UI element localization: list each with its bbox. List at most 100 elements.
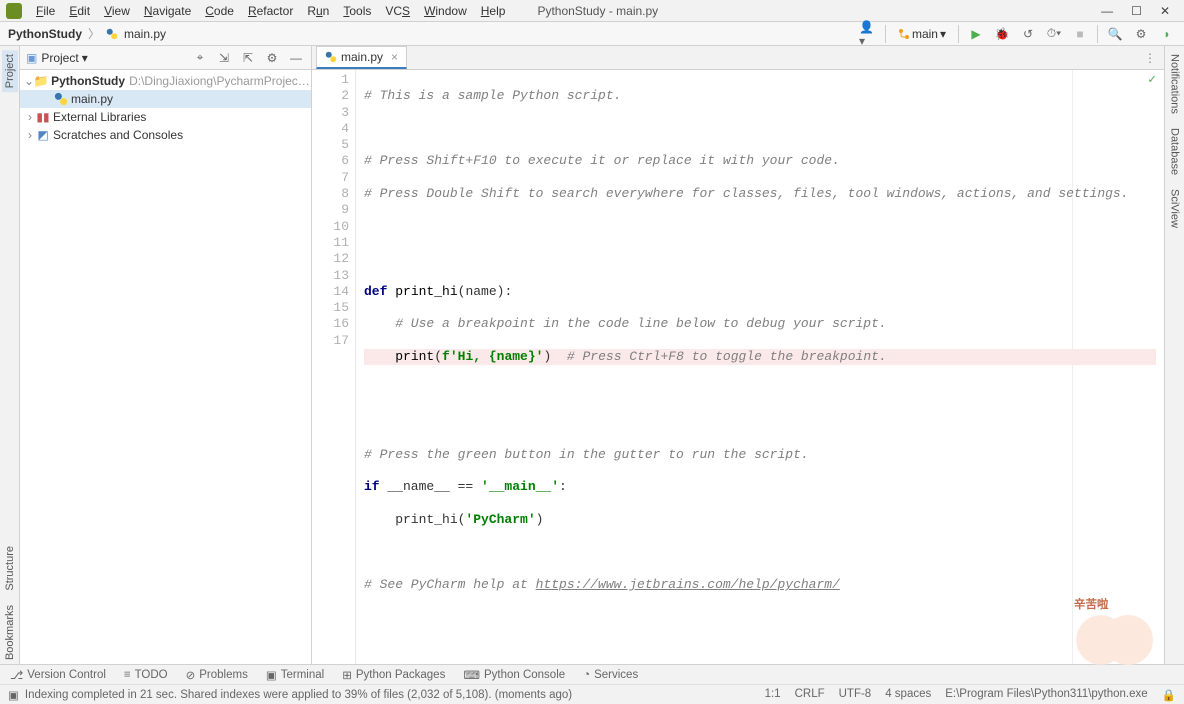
- breadcrumb-sep-icon: 〉: [88, 25, 100, 42]
- bottom-services[interactable]: ◔Services: [583, 669, 638, 681]
- bottom-todo[interactable]: ≡TODO: [124, 669, 168, 681]
- code-text: ): [536, 512, 544, 527]
- status-caret-pos[interactable]: 1:1: [765, 688, 781, 702]
- bottom-python-packages[interactable]: ⊞Python Packages: [342, 668, 445, 682]
- line-number: 6: [318, 153, 349, 169]
- code-text: # This is a sample Python script.: [364, 88, 621, 103]
- expand-all-icon[interactable]: ⇲: [215, 49, 233, 67]
- bottom-problems[interactable]: ⊘Problems: [186, 668, 248, 682]
- rail-sciview-tab[interactable]: SciView: [1167, 185, 1183, 232]
- code-text: '__main__': [481, 479, 559, 494]
- chevron-down-icon: ▾: [82, 51, 88, 65]
- gear-icon[interactable]: ⚙: [263, 49, 281, 67]
- line-number: 17: [318, 333, 349, 349]
- line-number: 14: [318, 284, 349, 300]
- right-tool-rail: Notifications Database SciView: [1164, 46, 1184, 664]
- menu-navigate[interactable]: Navigate: [138, 2, 197, 20]
- menu-refactor[interactable]: Refactor: [242, 2, 299, 20]
- editor-more-icon[interactable]: ⋮: [1136, 47, 1164, 69]
- git-branch-selector[interactable]: main ▾: [894, 25, 950, 43]
- python-file-icon: [54, 92, 68, 106]
- bottom-label: TODO: [135, 669, 168, 681]
- menu-run[interactable]: Run: [301, 2, 335, 20]
- python-file-icon: [325, 51, 337, 63]
- rail-notifications-tab[interactable]: Notifications: [1167, 50, 1183, 118]
- status-message: Indexing completed in 21 sec. Shared ind…: [25, 689, 572, 701]
- rail-bookmarks-tab[interactable]: Bookmarks: [2, 601, 18, 664]
- code-text: if: [364, 479, 387, 494]
- line-number: 1: [318, 72, 349, 88]
- chevron-right-icon[interactable]: ›: [24, 110, 36, 124]
- profile-button[interactable]: ⏱▾: [1045, 25, 1063, 43]
- rail-structure-tab[interactable]: Structure: [2, 542, 18, 595]
- line-number: 4: [318, 121, 349, 137]
- search-icon[interactable]: 🔍: [1106, 25, 1124, 43]
- rail-project-tab[interactable]: Project: [2, 50, 18, 92]
- tree-scratches[interactable]: › ◩ Scratches and Consoles: [20, 126, 311, 144]
- bottom-python-console[interactable]: ⌨Python Console: [463, 668, 565, 682]
- bottom-label: Terminal: [281, 669, 324, 681]
- code-text: print: [395, 349, 434, 364]
- code-text: # Use a breakpoint in the code line belo…: [364, 316, 887, 331]
- separator-icon: [885, 25, 886, 43]
- menu-help[interactable]: Help: [475, 2, 512, 20]
- collapse-all-icon[interactable]: ⇱: [239, 49, 257, 67]
- tree-root[interactable]: ⌄ 📁 PythonStudy D:\DingJiaxiong\PycharmP…: [20, 72, 311, 90]
- code-editor[interactable]: ✓ 1 2 3 4 5 6 7 8 9 10 11 12 13 14 15 16…: [312, 70, 1164, 664]
- menu-window[interactable]: Window: [418, 2, 473, 20]
- rail-database-tab[interactable]: Database: [1167, 124, 1183, 179]
- ide-status-icon[interactable]: ◗: [1158, 25, 1176, 43]
- app-logo-icon: [6, 3, 22, 19]
- line-number: 12: [318, 251, 349, 267]
- menu-tools[interactable]: Tools: [337, 2, 377, 20]
- settings-icon[interactable]: ⚙: [1132, 25, 1150, 43]
- editor-area: main.py × ⋮ ✓ 1 2 3 4 5 6 7 8 9 10 11 12…: [312, 46, 1164, 664]
- editor-gutter[interactable]: 1 2 3 4 5 6 7 8 9 10 11 12 13 14 15 16 1…: [312, 70, 356, 664]
- menu-code[interactable]: Code: [199, 2, 240, 20]
- status-line-separator[interactable]: CRLF: [795, 688, 825, 702]
- maximize-icon[interactable]: ☐: [1131, 4, 1142, 18]
- hide-panel-icon[interactable]: —: [287, 49, 305, 67]
- code-text: # Press Double Shift to search everywher…: [364, 186, 1129, 201]
- minimize-icon[interactable]: —: [1101, 4, 1113, 18]
- chevron-right-icon[interactable]: ›: [24, 128, 36, 142]
- menu-view[interactable]: View: [98, 2, 136, 20]
- tree-external-libraries[interactable]: › ▮▮ External Libraries: [20, 108, 311, 126]
- line-number: 9: [318, 202, 349, 218]
- status-indent[interactable]: 4 spaces: [885, 688, 931, 702]
- bottom-label: Services: [594, 669, 638, 681]
- code-content[interactable]: # This is a sample Python script. # Pres…: [356, 70, 1164, 664]
- tree-scratch-label: Scratches and Consoles: [53, 128, 183, 142]
- toolbar: PythonStudy 〉 main.py 👤▾ main ▾ ▶ 🐞 ↺ ⏱▾…: [0, 22, 1184, 46]
- line-number: 10: [318, 219, 349, 235]
- breadcrumb-project[interactable]: PythonStudy: [8, 27, 82, 41]
- tree-file-main[interactable]: main.py: [20, 90, 311, 108]
- project-panel-header: ▣ Project ▾ ⌖ ⇲ ⇱ ⚙ —: [20, 46, 311, 70]
- toolwindows-icon[interactable]: ▣: [8, 688, 19, 702]
- status-interpreter[interactable]: E:\Program Files\Python311\python.exe: [945, 688, 1147, 702]
- bottom-terminal[interactable]: ▣Terminal: [266, 668, 324, 682]
- locate-icon[interactable]: ⌖: [191, 49, 209, 67]
- bottom-label: Python Console: [484, 669, 565, 681]
- user-icon[interactable]: 👤▾: [859, 25, 877, 43]
- stop-button[interactable]: ■: [1071, 25, 1089, 43]
- chevron-down-icon[interactable]: ⌄: [24, 74, 34, 88]
- menu-edit[interactable]: Edit: [63, 2, 96, 20]
- lock-icon[interactable]: 🔒: [1162, 688, 1176, 702]
- coverage-button[interactable]: ↺: [1019, 25, 1037, 43]
- menu-vcs[interactable]: VCS: [379, 2, 416, 20]
- breadcrumb-file[interactable]: main.py: [124, 27, 166, 41]
- bottom-version-control[interactable]: ⎇Version Control: [10, 668, 106, 682]
- close-icon[interactable]: ✕: [1160, 4, 1170, 18]
- close-tab-icon[interactable]: ×: [391, 50, 398, 64]
- status-encoding[interactable]: UTF-8: [839, 688, 872, 702]
- code-text: __name__ ==: [387, 479, 481, 494]
- code-link[interactable]: https://www.jetbrains.com/help/pycharm/: [536, 577, 840, 592]
- debug-button[interactable]: 🐞: [993, 25, 1011, 43]
- project-view-selector[interactable]: Project ▾: [41, 51, 87, 65]
- run-button[interactable]: ▶: [967, 25, 985, 43]
- tree-file-label: main.py: [71, 92, 113, 106]
- bottom-label: Version Control: [27, 669, 106, 681]
- editor-tab-main[interactable]: main.py ×: [316, 46, 407, 69]
- menu-file[interactable]: File: [30, 2, 61, 20]
